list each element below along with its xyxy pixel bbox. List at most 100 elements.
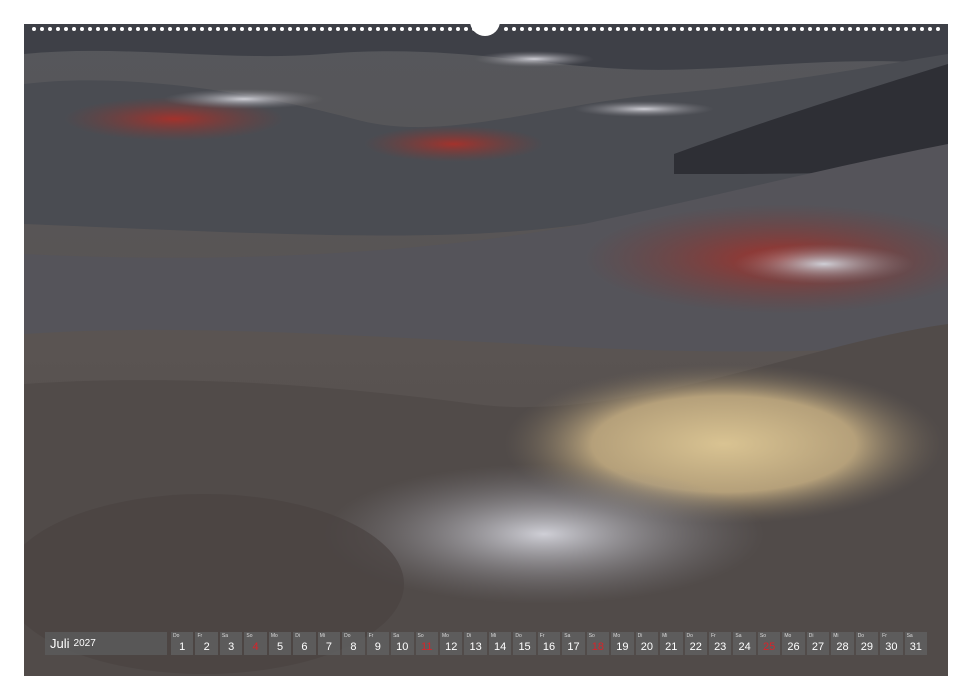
day-cell: Di 6 [293,632,316,655]
binding-hole [128,27,132,31]
binding-hole [160,27,164,31]
day-number: 29 [860,641,874,653]
day-cell: Fr 9 [366,632,390,655]
day-cell: Di 20 [635,632,659,655]
day-cell: So 25 [757,632,781,655]
binding-hole [592,27,596,31]
day-number: 19 [616,641,629,653]
weekday-label: Fr [539,633,545,639]
binding-hole [600,27,604,31]
weekday-label: Do [857,633,865,639]
day-number: 5 [276,641,284,653]
binding-hole [728,27,732,31]
binding-hole [48,27,52,31]
binding-hole [448,27,452,31]
binding-hole [936,27,940,31]
binding-hole [808,27,812,31]
binding-hole [672,27,676,31]
binding-hole [232,27,236,31]
binding-hole [768,27,772,31]
day-number: 30 [885,641,898,653]
binding-hole [632,27,636,31]
day-cell: Fr 2 [195,632,218,655]
weekday-label: So [246,633,253,639]
binding-hole [424,27,428,31]
binding-hole [376,27,380,31]
binding-hole [312,27,316,31]
binding-hole [648,27,652,31]
day-number: 8 [350,641,357,653]
binding-hole [216,27,220,31]
binding-hole [80,27,84,31]
binding-hole [792,27,796,31]
day-number: 17 [567,641,580,653]
binding-hole [360,27,364,31]
day-number: 1 [179,641,186,653]
binding-hole [608,27,612,31]
binding-hole [304,27,308,31]
binding-hole [136,27,140,31]
day-cell: Do 8 [342,632,365,655]
day-number: 31 [909,641,922,653]
day-number: 28 [836,641,849,653]
day-number: 20 [640,641,653,653]
weekday-label: Mo [441,633,449,639]
weekday-label: Mi [319,633,325,639]
binding-hole [920,27,924,31]
binding-hole [640,27,644,31]
day-cell: Do 29 [855,632,879,655]
binding-hole [368,27,372,31]
binding-hole [624,27,628,31]
binding-hole [296,27,300,31]
day-number: 6 [301,641,308,653]
day-cell: Do 1 [171,632,194,655]
binding-hole [416,27,420,31]
day-number: 23 [714,641,727,653]
binding-hole [552,27,556,31]
weekday-label: Do [686,633,693,639]
calendar-strip: Juli 2027 Do 1 Fr 2 Sa 3 So 4 Mo 5 Di 6 Mi 7 Do 8 Fr 9 Sa 1… [45,632,928,655]
day-cell: So 11 [415,632,438,655]
binding-hole [64,27,68,31]
day-cell: Mo 19 [611,632,634,655]
binding-hole [752,27,756,31]
binding-hole [208,27,212,31]
binding-hole [704,27,708,31]
binding-hole [544,27,548,31]
binding-hole [440,27,444,31]
day-number: 3 [228,641,235,653]
day-number: 10 [396,641,409,653]
binding-hole [520,27,524,31]
binding-hole [824,27,828,31]
weekday-label: So [417,633,424,639]
binding-hole [120,27,124,31]
day-cell: Sa 31 [904,632,928,655]
binding-hole [392,27,396,31]
day-cell: Do 22 [684,632,707,655]
month-year: 2027 [73,638,96,649]
binding-hole [176,27,180,31]
day-number: 14 [493,641,507,653]
month-name: Juli [50,636,70,651]
binding-hole [840,27,844,31]
binding-hole [888,27,892,31]
binding-hole [760,27,764,31]
day-number: 4 [252,641,259,653]
binding-hole [32,27,36,31]
weekday-label: Sa [221,633,229,639]
binding-hole [192,27,196,31]
weekday-label: Fr [368,633,374,639]
binding-hole [352,27,356,31]
day-cell: Mo 26 [782,632,805,655]
binding-hole [248,27,252,31]
day-number: 16 [542,641,556,653]
binding-hole [200,27,204,31]
weekday-label: Mo [784,633,792,639]
binding-hole [184,27,188,31]
day-number: 11 [421,641,433,653]
weekday-label: Sa [564,633,571,639]
binding-hole [504,27,508,31]
day-cell: Mi 14 [488,632,512,655]
day-cell: Di 13 [464,632,487,655]
weekday-label: Do [344,633,351,639]
